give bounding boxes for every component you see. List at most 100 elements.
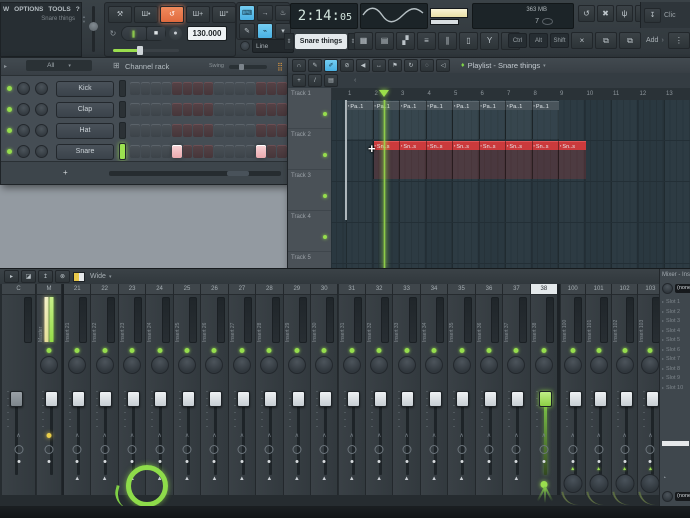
swap-channels-icon[interactable]: ∧ [146,433,172,439]
metronome-sound-icon[interactable]: ♨ [275,5,291,21]
mixer-strip-34[interactable]: 34 Insert 34 ∧ ▲ [420,284,449,495]
swap-channels-icon[interactable]: ∧ [448,433,474,439]
volume-fader[interactable] [373,391,387,407]
pitch-slider-handle[interactable] [89,22,98,31]
add-label[interactable]: Add [646,37,658,44]
track-led[interactable] [323,112,327,116]
strip-pan-knob[interactable] [563,356,582,374]
volume-fader[interactable] [126,391,140,407]
strip-pan-knob[interactable] [232,356,251,374]
strip-number[interactable]: 33 [393,284,420,295]
step-12[interactable] [245,82,255,95]
step-1[interactable] [130,103,140,116]
mixer-strip-C[interactable]: C ∧ [2,284,36,495]
pattern-clip[interactable]: ▪Sn..s [505,141,533,179]
swap-channels-icon[interactable]: ∧ [561,433,586,439]
pan-knob[interactable] [17,82,30,95]
mixer-strip-38[interactable]: 38 Insert 38 ∧ [530,284,559,503]
step-13[interactable] [256,124,266,137]
mixer-strip-32[interactable]: 32 Insert 32 ∧ ▲ [365,284,394,495]
volume-fader[interactable] [346,391,360,407]
fx-enable-dot[interactable] [130,460,134,463]
strip-mute-led[interactable] [129,348,135,353]
strip-number[interactable]: 32 [365,284,393,295]
step-8[interactable] [203,103,213,116]
fx-enable-dot[interactable] [240,460,244,463]
strip-mute-led[interactable] [431,348,437,353]
strip-mute-led[interactable] [376,348,382,353]
strip-pan-knob[interactable] [68,356,87,374]
step-9[interactable] [214,145,224,158]
strip-mute-led[interactable] [294,348,300,353]
route-to-master-arrow[interactable]: ▲ [64,476,90,483]
add-channel-button[interactable]: + [63,169,68,177]
volume-fader[interactable] [154,391,168,407]
channel-enable-led[interactable] [7,149,12,154]
swap-channels-icon[interactable]: ∧ [503,433,529,439]
channel-filter-dropdown[interactable]: All ▾ [26,60,92,71]
pattern-clip[interactable]: ▪Sn..s [558,141,586,179]
mixer-strip-31[interactable]: 31 Insert 31 ∧ ▲ [338,284,366,495]
route-to-master-arrow[interactable]: ▲ [503,476,529,483]
oscilloscope[interactable] [360,3,428,29]
volume-fader[interactable] [428,391,442,407]
record-arm-button[interactable] [44,445,54,454]
slice-icon[interactable]: / [308,74,322,87]
tempo-display[interactable]: 130.000 [187,26,227,41]
swing-slider[interactable] [229,64,267,70]
volume-fader[interactable] [538,391,552,407]
paste-icon[interactable]: ⧉ [619,32,641,49]
step-8[interactable] [203,145,213,158]
mixer-strip-23[interactable]: 23 Insert 23 ∧ ▲ [118,284,147,495]
strip-mute-led[interactable] [157,348,163,353]
step-grid-icon[interactable]: ⣿ [277,62,283,71]
route-to-master-arrow[interactable]: ▲ [229,476,255,483]
step-2[interactable] [140,103,150,116]
mixer-strip-101[interactable]: 101 Insert 101 ∧ ▲ [586,284,612,507]
strip-pan-knob[interactable] [589,356,608,374]
strip-number[interactable]: 30 [311,284,338,295]
step-8[interactable] [203,82,213,95]
menu-help[interactable]: ? [76,6,80,13]
alt-key-button[interactable]: Alt [529,33,548,48]
record-arm-button[interactable] [374,445,384,454]
step-1[interactable] [130,82,140,95]
volume-fader[interactable] [401,391,415,407]
step-11[interactable] [235,103,245,116]
strip-mute-led[interactable] [102,348,108,353]
song-loop-icon[interactable]: ↻ [108,29,118,38]
strip-mute-led[interactable] [486,348,492,353]
strip-mute-led[interactable] [541,348,547,353]
record-arm-button[interactable] [539,445,549,454]
browser-icon[interactable]: ▯ [459,32,478,50]
mixer-strip-30[interactable]: 30 Insert 30 ∧ ▲ [311,284,339,495]
step-11[interactable] [235,82,245,95]
record-arm-button[interactable] [155,445,165,454]
strip-mute-led[interactable] [349,348,355,353]
send-enable-icon[interactable]: ▲ [612,466,637,472]
track-led[interactable] [323,153,327,157]
rack-scrollbar[interactable] [109,171,281,176]
play-button[interactable]: ∥ [122,27,146,40]
channel-button-kick[interactable]: Kick [56,80,114,97]
mixer-strip-M[interactable]: M Master [37,284,62,495]
step-7[interactable] [193,103,203,116]
volume-fader[interactable] [483,391,497,407]
fx-enable-dot[interactable] [185,460,189,463]
pencil-icon[interactable]: ✎ [308,59,322,72]
menu-tools[interactable]: TOOLS [48,6,70,13]
mixer-icon[interactable]: ∥ [438,32,457,50]
step-6[interactable] [182,103,192,116]
volume-fader[interactable] [568,391,582,407]
volume-fader[interactable] [620,391,634,407]
step-4[interactable] [161,145,171,158]
event-editor-icon[interactable]: ≡ [417,32,436,50]
step-5[interactable] [172,145,182,158]
wait-input-icon[interactable]: Ш+ [186,6,210,23]
channel-enable-led[interactable] [7,86,12,91]
playlist-menu-icon[interactable]: ▾ [543,63,546,69]
volume-fader[interactable] [72,391,85,407]
step-10[interactable] [224,145,234,158]
strip-pan-knob[interactable] [95,356,114,374]
track-header-2[interactable]: Track 2 [288,129,331,170]
